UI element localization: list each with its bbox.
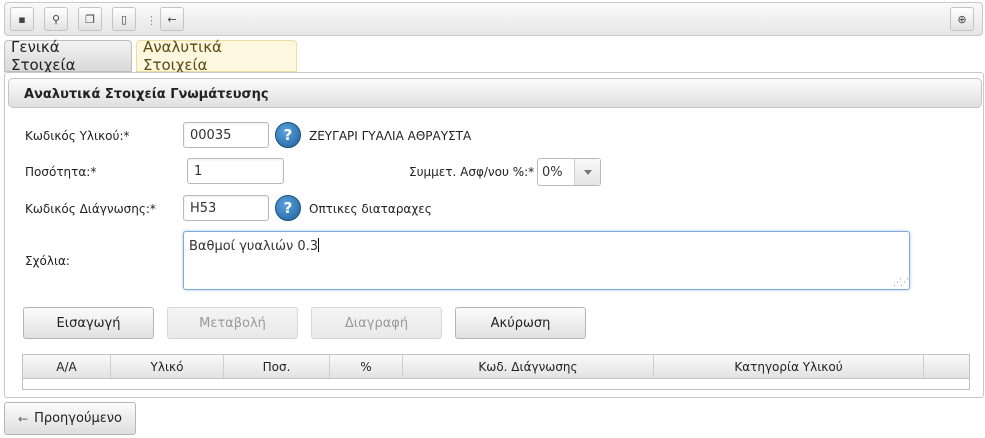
modify-button[interactable]: Μεταβολή — [167, 307, 298, 339]
copy-icon[interactable]: ❐ — [78, 7, 102, 31]
copay-value: 0% — [542, 165, 563, 180]
toolbar-separator: ⋮ — [146, 14, 157, 27]
column-header-extra — [924, 355, 969, 378]
diagnosis-code-label: Κωδικός Διάγνωσης:* — [25, 202, 156, 216]
material-code-label: Κωδικός Υλικού:* — [25, 129, 130, 143]
table-header: Α/Α Υλικό Ποσ. % Κωδ. Διάγνωσης Κατηγορί… — [23, 355, 969, 379]
new-document-icon[interactable]: ▯ — [112, 7, 136, 31]
quantity-label: Ποσότητα:* — [25, 165, 97, 179]
add-icon[interactable]: ⊕ — [950, 7, 974, 31]
save-icon[interactable]: ▪ — [10, 7, 34, 31]
comments-label: Σχόλια: — [25, 254, 70, 268]
column-header-material[interactable]: Υλικό — [111, 355, 224, 378]
material-help-icon[interactable]: ? — [275, 122, 301, 148]
section-title: Αναλυτικά Στοιχεία Γνωμάτευσης — [8, 78, 982, 108]
copay-label: Συμμετ. Ασφ/νου %:* — [409, 165, 535, 179]
quantity-input[interactable]: 1 — [187, 158, 284, 184]
resize-grip-icon[interactable]: ⋰⋰ — [893, 278, 909, 288]
details-panel: Αναλυτικά Στοιχεία Γνωμάτευσης Κωδικός Υ… — [4, 72, 984, 398]
diagnosis-help-icon[interactable]: ? — [275, 195, 301, 221]
materials-table: Α/Α Υλικό Ποσ. % Κωδ. Διάγνωσης Κατηγορί… — [22, 354, 970, 390]
search-icon[interactable]: ⚲ — [44, 7, 68, 31]
insert-button[interactable]: Εισαγωγή — [23, 307, 154, 339]
copay-select[interactable]: 0% — [537, 158, 601, 186]
back-arrow-icon[interactable]: ← — [160, 7, 184, 31]
previous-button[interactable]: ← Προηγούμενο — [4, 402, 136, 435]
comments-textarea[interactable]: Βαθμοί γυαλιών 0.3 ⋰⋰ — [183, 231, 910, 290]
previous-button-label: Προηγούμενο — [34, 411, 122, 426]
delete-button[interactable]: Διαγραφή — [311, 307, 442, 339]
chevron-down-icon[interactable] — [574, 159, 600, 185]
diagnosis-description: Οπτικες διαταραχες — [309, 202, 432, 216]
tab-detailed-info[interactable]: Αναλυτικά Στοιχεία — [136, 38, 297, 74]
column-header-percent[interactable]: % — [330, 355, 403, 378]
text-caret — [318, 238, 320, 252]
column-header-material-category[interactable]: Κατηγορία Υλικού — [654, 355, 924, 378]
cancel-button[interactable]: Ακύρωση — [455, 307, 586, 339]
column-header-diagnosis-code[interactable]: Κωδ. Διάγνωσης — [403, 355, 654, 378]
column-header-quantity[interactable]: Ποσ. — [224, 355, 330, 378]
diagnosis-code-input[interactable]: H53 — [183, 195, 269, 221]
column-header-aa[interactable]: Α/Α — [23, 355, 111, 378]
comments-text: Βαθμοί γυαλιών 0.3 — [189, 239, 319, 254]
back-arrow-icon: ← — [18, 411, 29, 426]
toolbar: ▪ ⚲ ❐ ▯ ⋮ ← ⊕ — [4, 2, 983, 36]
tab-general-info[interactable]: Γενικά Στοιχεία — [4, 38, 132, 74]
material-code-input[interactable]: 00035 — [183, 122, 269, 148]
material-description: ΖΕΥΓΑΡΙ ΓΥΑΛΙΑ ΑΘΡΑΥΣΤΑ — [309, 129, 472, 143]
